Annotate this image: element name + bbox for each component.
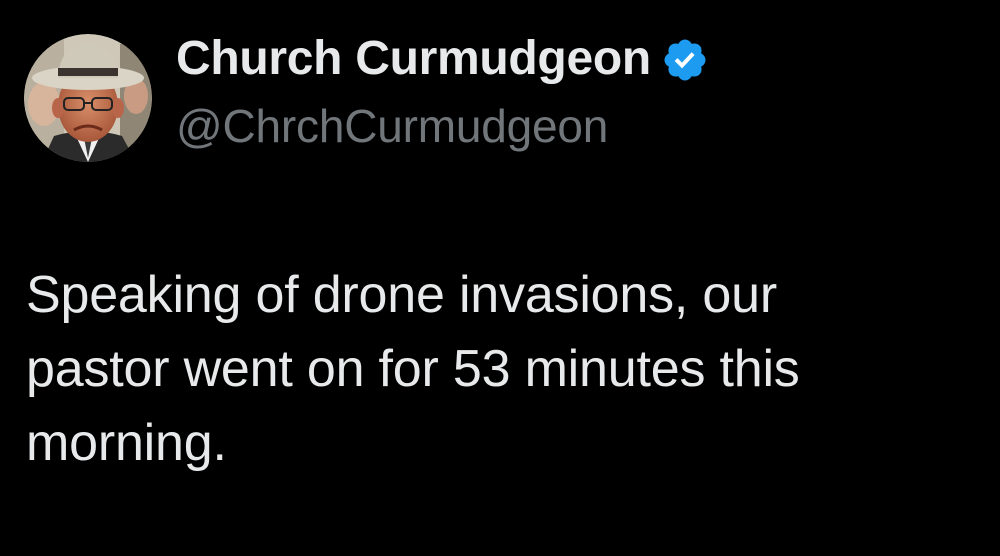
- display-name-row: Church Curmudgeon: [176, 30, 709, 88]
- tweet-text-line: Speaking of drone invasions, our: [26, 266, 777, 324]
- display-name[interactable]: Church Curmudgeon: [176, 30, 651, 88]
- handle[interactable]: @ChrchCurmudgeon: [176, 98, 709, 154]
- tweet-card: Church Curmudgeon @ChrchCurmudgeon Speak…: [0, 0, 1000, 556]
- avatar[interactable]: [24, 34, 152, 162]
- tweet-text-line: morning.: [26, 414, 227, 472]
- avatar-photo: [24, 34, 152, 162]
- verified-badge-icon[interactable]: [661, 36, 709, 84]
- tweet-text-line: pastor went on for 53 minutes this: [26, 340, 800, 398]
- tweet-text: Speaking of drone invasions, our pastor …: [26, 258, 976, 480]
- author-info: Church Curmudgeon @ChrchCurmudgeon: [176, 30, 709, 154]
